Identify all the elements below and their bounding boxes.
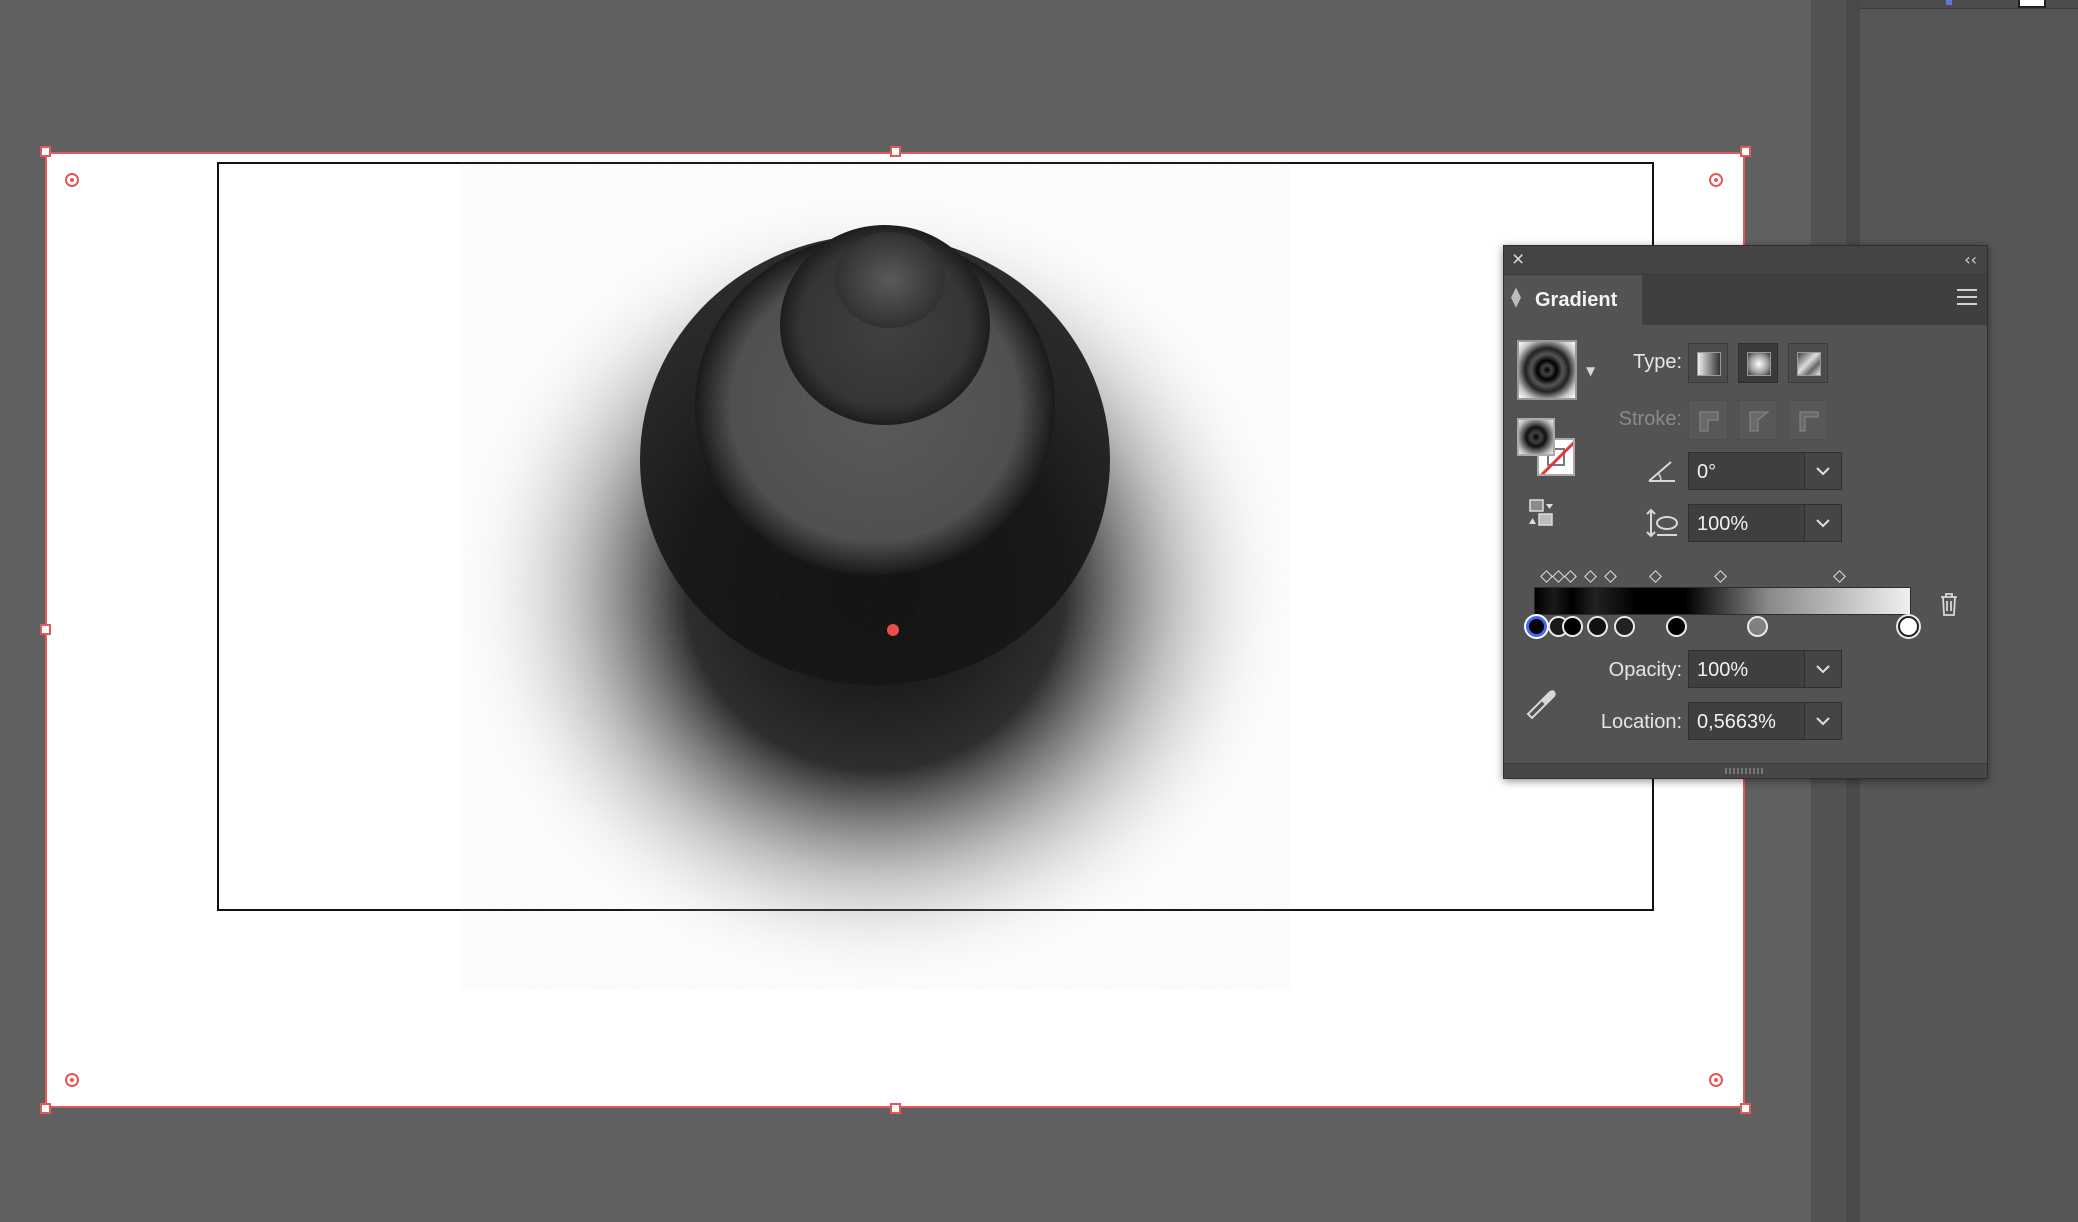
resize-handle-bottom-left[interactable] xyxy=(40,1103,51,1114)
opacity-value[interactable]: 100% xyxy=(1697,659,1748,682)
gradient-panel: × ‹‹ ▲ ▼ Gradient ▼ Type: Stroke: 0° 100… xyxy=(1503,245,1988,779)
opacity-label: Opacity: xyxy=(1608,659,1682,681)
aspect-ratio-value[interactable]: 100% xyxy=(1697,513,1748,536)
panel-titlebar[interactable]: × ‹‹ xyxy=(1504,246,1987,275)
corner-widget-top-right[interactable] xyxy=(1709,173,1723,187)
gradient-stop[interactable] xyxy=(1614,616,1635,637)
resize-handle-top-right[interactable] xyxy=(1740,146,1751,157)
aspect-ratio-field[interactable]: 100% xyxy=(1688,504,1842,542)
gradient-center-point[interactable] xyxy=(887,624,899,636)
resize-handle-middle-left[interactable] xyxy=(40,624,51,635)
reverse-gradient-icon[interactable] xyxy=(1526,498,1556,528)
resize-handle-top-left[interactable] xyxy=(40,146,51,157)
fill-gradient-thumbnail[interactable] xyxy=(1517,418,1555,456)
gradient-midpoint[interactable] xyxy=(1552,570,1565,583)
linear-gradient-button[interactable] xyxy=(1688,343,1728,383)
radial-gradient-button[interactable] xyxy=(1738,343,1778,383)
gradient-stop[interactable] xyxy=(1747,616,1768,637)
corner-widget-bottom-left[interactable] xyxy=(65,1073,79,1087)
location-value[interactable]: 0,5663% xyxy=(1697,711,1776,734)
tab-stepper-icon[interactable]: ▲ ▼ xyxy=(1511,286,1521,309)
stroke-label: Stroke: xyxy=(1618,408,1682,430)
aspect-ratio-icon xyxy=(1646,508,1678,538)
gradient-midpoint[interactable] xyxy=(1833,570,1846,583)
angle-dropdown-button[interactable] xyxy=(1804,453,1841,489)
tab-gradient[interactable]: ▲ ▼ Gradient xyxy=(1504,275,1642,325)
docked-panel-indicator xyxy=(1946,0,1952,5)
stroke-along-button[interactable] xyxy=(1738,400,1778,440)
stroke-across-button[interactable] xyxy=(1788,400,1828,440)
gradient-midpoint[interactable] xyxy=(1584,570,1597,583)
resize-handle-bottom-right[interactable] xyxy=(1740,1103,1751,1114)
gradient-stop[interactable] xyxy=(1562,616,1583,637)
corner-widget-top-left[interactable] xyxy=(65,173,79,187)
gradient-midpoint[interactable] xyxy=(1714,570,1727,583)
gradient-presets-dropdown-icon[interactable]: ▼ xyxy=(1586,364,1595,378)
panel-menu-icon[interactable] xyxy=(1957,289,1977,310)
opacity-field[interactable]: 100% xyxy=(1688,650,1842,688)
collapse-panel-icon[interactable]: ‹‹ xyxy=(1964,250,1977,269)
gradient-stop[interactable] xyxy=(1898,616,1919,637)
tab-gradient-label: Gradient xyxy=(1535,289,1618,311)
location-dropdown-button[interactable] xyxy=(1804,703,1841,739)
gradient-midpoint[interactable] xyxy=(1564,570,1577,583)
gradient-slider[interactable] xyxy=(1534,587,1911,615)
docked-color-swatch[interactable] xyxy=(2018,0,2046,8)
gradient-stop[interactable] xyxy=(1666,616,1687,637)
location-label: Location: xyxy=(1600,711,1682,733)
panel-tab-strip: ▲ ▼ Gradient xyxy=(1504,275,1987,325)
gradient-midpoint[interactable] xyxy=(1604,570,1617,583)
corner-widget-bottom-right[interactable] xyxy=(1709,1073,1723,1087)
angle-icon xyxy=(1648,461,1675,482)
angle-field[interactable]: 0° xyxy=(1688,452,1842,490)
gradient-preview-thumbnail[interactable] xyxy=(1517,340,1577,400)
aspect-ratio-dropdown-button[interactable] xyxy=(1804,505,1841,541)
gradient-stop[interactable] xyxy=(1587,616,1608,637)
freeform-gradient-button[interactable] xyxy=(1788,343,1828,383)
delete-stop-icon[interactable] xyxy=(1938,591,1960,617)
eyedropper-icon[interactable] xyxy=(1524,686,1558,720)
stroke-within-button[interactable] xyxy=(1688,400,1728,440)
gradient-stop-selected[interactable] xyxy=(1526,616,1547,637)
gradient-midpoint[interactable] xyxy=(1649,570,1662,583)
opacity-dropdown-button[interactable] xyxy=(1804,651,1841,687)
location-field[interactable]: 0,5663% xyxy=(1688,702,1842,740)
angle-value[interactable]: 0° xyxy=(1697,461,1716,484)
gradient-midpoint[interactable] xyxy=(1540,570,1553,583)
resize-handle-bottom-center[interactable] xyxy=(890,1103,901,1114)
resize-handle-top-center[interactable] xyxy=(890,146,901,157)
close-icon[interactable]: × xyxy=(1512,248,1524,272)
type-label: Type: xyxy=(1633,351,1682,373)
panel-resize-grip[interactable] xyxy=(1504,763,1987,778)
